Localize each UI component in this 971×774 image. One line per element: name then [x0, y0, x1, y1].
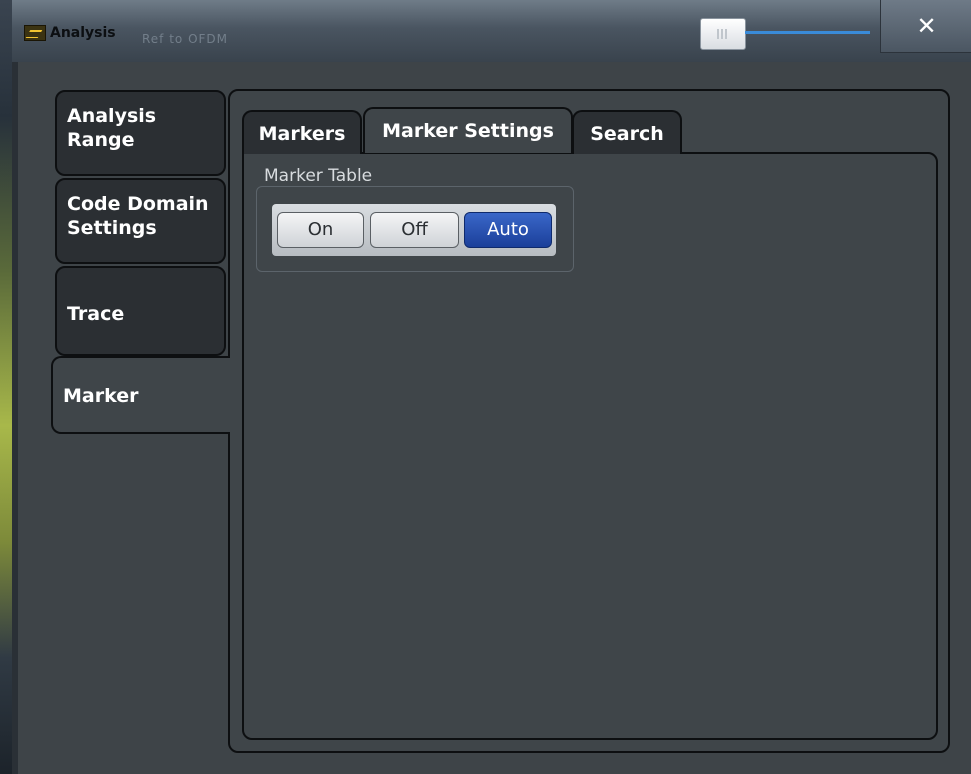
background-ghost-text: Ref to OFDM — [142, 32, 229, 46]
window-title: Analysis — [50, 25, 116, 41]
background-app-edge — [0, 0, 12, 774]
tab-markers[interactable]: Markers — [242, 110, 362, 154]
side-tab-analysis-range[interactable]: Analysis Range — [55, 90, 226, 176]
marker-table-off-button[interactable]: Off — [370, 212, 459, 248]
side-tab-marker[interactable]: Marker — [51, 356, 230, 434]
side-tab-code-domain-settings[interactable]: Code Domain Settings — [55, 178, 226, 264]
analyzer-app-icon — [24, 25, 46, 41]
side-tab-trace[interactable]: Trace — [55, 266, 226, 356]
marker-table-label: Marker Table — [264, 166, 373, 186]
transparency-slider-track[interactable] — [745, 31, 870, 34]
marker-table-on-button[interactable]: On — [277, 212, 364, 248]
marker-table-auto-button[interactable]: Auto — [464, 212, 552, 248]
tab-search[interactable]: Search — [572, 110, 682, 154]
grip-icon — [717, 29, 727, 39]
close-button[interactable]: ✕ — [880, 0, 971, 53]
transparency-slider-thumb[interactable] — [700, 18, 746, 50]
tab-marker-settings[interactable]: Marker Settings — [363, 107, 573, 153]
